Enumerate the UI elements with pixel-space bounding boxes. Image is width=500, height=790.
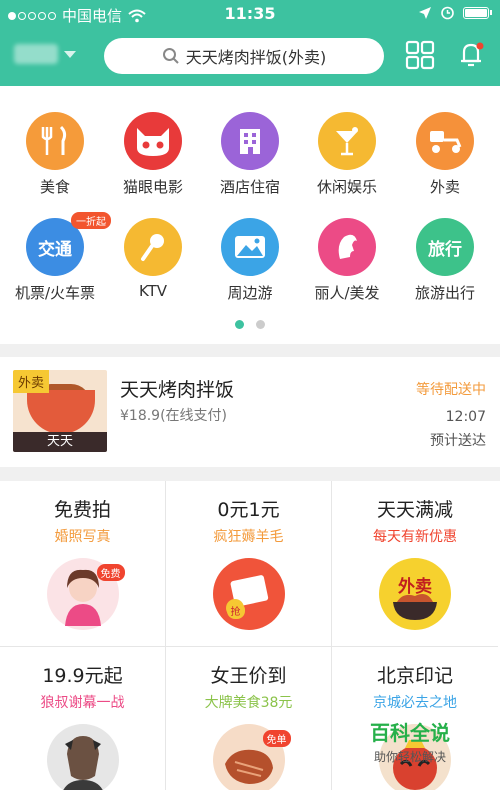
top-bar: 中国电信 11:35 天天烤肉拌饭(外卖) — [0, 0, 500, 86]
category-leisure[interactable]: 休闲娱乐 — [297, 112, 397, 197]
category-beauty[interactable]: 丽人/美发 — [297, 218, 397, 303]
status-bar: 中国电信 11:35 — [0, 0, 500, 28]
bride-illustration: 免费 — [46, 558, 125, 630]
status-right — [418, 5, 492, 20]
category-icon-text: 旅行 — [428, 239, 462, 260]
category-ktv[interactable]: KTV — [103, 218, 203, 300]
category-label: 丽人/美发 — [314, 284, 380, 302]
bowl-image — [27, 390, 95, 434]
qr-scan-icon[interactable] — [405, 40, 435, 70]
category-takeout[interactable]: 外卖 — [395, 112, 495, 197]
category-label: 外卖 — [429, 178, 460, 196]
watermark-logo: 百科全说 助你轻松解决 — [370, 717, 450, 765]
promo-subtitle: 狼叔谢幕一战 — [40, 695, 125, 711]
category-grid: 美食 猫眼电影 酒店住宿 休闲娱乐 外卖 交通 一折起 机票/火车票 KTV 周… — [0, 86, 500, 344]
steak-image: 免单 — [212, 724, 291, 790]
city-selector[interactable] — [14, 44, 76, 64]
order-restaurant-name: 天天烤肉拌饭 — [120, 379, 235, 401]
promo-title: 19.9元起 — [42, 665, 123, 687]
movie-poster-portrait — [46, 724, 119, 790]
notification-bell-icon[interactable] — [455, 38, 487, 70]
promo-queen-price[interactable]: 女王价到 大牌美食38元 免单 — [166, 647, 332, 790]
order-thumbnail: 外卖 天天 — [13, 370, 107, 452]
category-label: 机票/火车票 — [14, 284, 96, 302]
promo-movie-deal[interactable]: 19.9元起 狼叔谢幕一战 — [0, 647, 166, 790]
order-eta-label: 预计送达 — [430, 433, 486, 449]
order-card[interactable]: 外卖 天天 天天烤肉拌饭 ¥18.9(在线支付) 等待配送中 12:07 预计送… — [0, 357, 500, 467]
promo-chip: 免费 — [96, 564, 125, 581]
plane-icon: 交通 一折起 — [26, 212, 111, 276]
city-name-blurred — [14, 44, 58, 64]
search-icon — [162, 48, 179, 64]
watermark-subtitle: 助你轻松解决 — [373, 750, 446, 764]
promo-zero-one-yuan[interactable]: 0元1元 疯狂薅羊毛 抢 — [166, 481, 332, 647]
category-label: 猫眼电影 — [122, 178, 183, 196]
watermark-title: 百科全说 — [370, 721, 450, 745]
cat-face-icon — [124, 112, 182, 170]
page-indicator[interactable] — [0, 320, 500, 329]
search-input[interactable]: 天天烤肉拌饭(外卖) — [104, 38, 384, 74]
category-label: 周边游 — [227, 284, 273, 302]
promo-subtitle: 每天有新优惠 — [373, 529, 457, 545]
category-label: KTV — [138, 282, 168, 300]
chevron-down-icon — [64, 50, 76, 58]
travel-icon: 旅行 — [416, 218, 474, 276]
category-food[interactable]: 美食 — [5, 112, 105, 197]
promo-subtitle: 婚照写真 — [54, 529, 111, 545]
red-envelope-icon: 抢 — [212, 558, 285, 630]
microphone-icon — [124, 218, 182, 276]
category-hotel[interactable]: 酒店住宿 — [200, 112, 300, 197]
order-price: ¥18.9(在线支付) — [120, 408, 228, 424]
category-label: 休闲娱乐 — [316, 178, 377, 196]
category-travel[interactable]: 旅行 旅游出行 — [395, 218, 495, 303]
search-placeholder: 天天烤肉拌饭(外卖) — [185, 48, 327, 67]
alarm-icon — [441, 6, 454, 20]
order-eta-time: 12:07 — [445, 409, 486, 425]
category-label: 美食 — [39, 178, 70, 196]
brand-strip: 天天 — [13, 432, 107, 452]
order-status: 等待配送中 — [416, 382, 486, 398]
scooter-icon — [416, 112, 474, 170]
category-nearby[interactable]: 周边游 — [200, 218, 300, 303]
promo-subtitle: 大牌美食38元 — [204, 695, 293, 711]
category-label: 酒店住宿 — [219, 178, 280, 196]
promo-chip: 抢 — [226, 602, 245, 619]
promo-title: 天天满减 — [376, 499, 453, 521]
promo-title: 北京印记 — [376, 665, 453, 687]
promo-chip: 免单 — [262, 730, 291, 747]
promo-title: 0元1元 — [217, 499, 280, 521]
hotel-building-icon — [221, 112, 279, 170]
promo-free-photo[interactable]: 免费拍 婚照写真 免费 — [0, 481, 166, 647]
category-transport[interactable]: 交通 一折起 机票/火车票 — [5, 212, 111, 303]
battery-icon — [463, 6, 489, 19]
category-movies[interactable]: 猫眼电影 — [103, 112, 203, 197]
page-dot — [256, 320, 265, 329]
takeout-tag: 外卖 — [13, 370, 50, 393]
page-dot-active — [235, 320, 244, 329]
category-icon-text: 交通 — [38, 239, 72, 260]
woman-profile-icon — [318, 218, 376, 276]
promo-title: 女王价到 — [210, 665, 287, 687]
landscape-icon — [221, 218, 279, 276]
promo-subtitle: 京城必去之地 — [373, 695, 457, 711]
promo-subtitle: 疯狂薅羊毛 — [213, 529, 284, 545]
takeout-bowl-icon: 外卖 — [379, 558, 451, 630]
promo-daily-discount[interactable]: 天天满减 每天有新优惠 外卖 — [332, 481, 498, 647]
location-arrow-icon — [419, 6, 431, 19]
cutlery-icon — [26, 112, 84, 170]
promo-title: 免费拍 — [53, 499, 111, 521]
app-screen: 中国电信 11:35 天天烤肉拌饭(外卖) 美食 猫眼电影 酒店住宿 休闲娱乐 … — [0, 0, 500, 790]
category-label: 旅游出行 — [414, 284, 475, 302]
cocktail-icon — [318, 112, 376, 170]
